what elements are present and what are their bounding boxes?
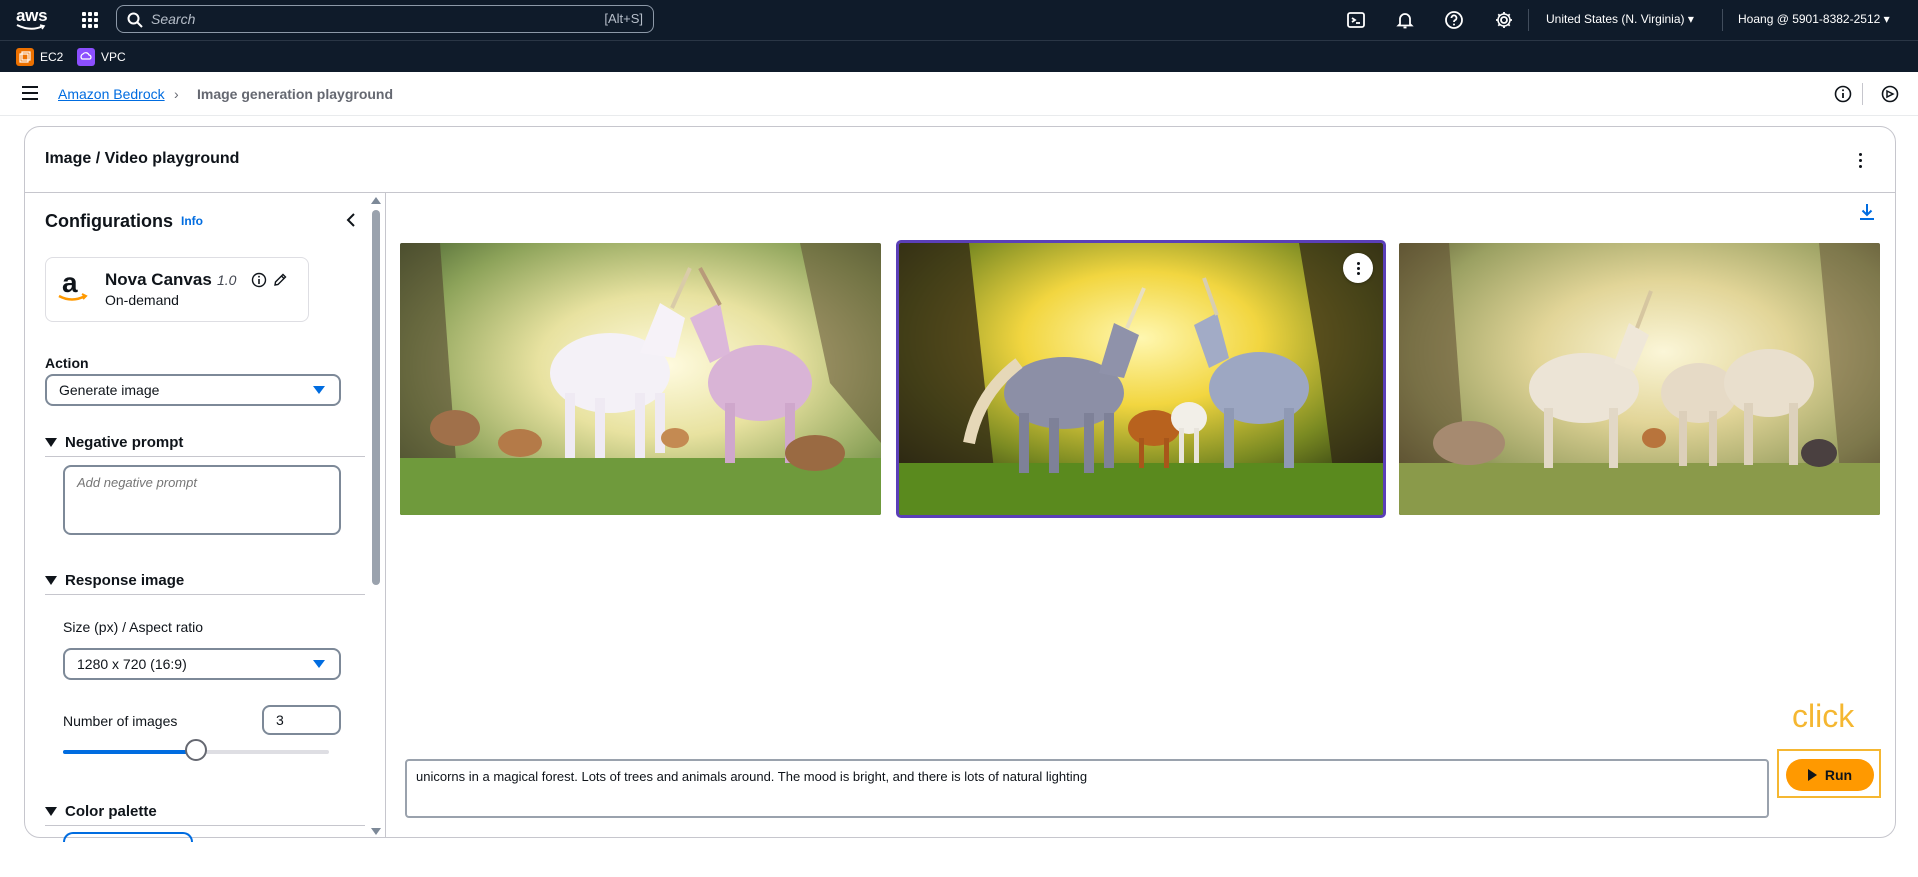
header-divider xyxy=(25,192,1895,193)
section-divider xyxy=(45,594,365,595)
run-button-label: Run xyxy=(1824,767,1853,783)
favorite-vpc[interactable]: VPC xyxy=(77,48,126,66)
negative-prompt-section-toggle[interactable]: Negative prompt xyxy=(45,434,183,451)
action-label: Action xyxy=(45,355,89,371)
side-navigation-menu-icon[interactable] xyxy=(22,86,40,100)
edit-model-pencil-icon[interactable] xyxy=(272,272,288,288)
negative-prompt-input[interactable] xyxy=(63,465,341,535)
svg-text:a: a xyxy=(62,268,78,298)
caret-down-icon xyxy=(45,438,57,447)
model-info-icon[interactable] xyxy=(251,272,267,288)
color-palette-option[interactable] xyxy=(63,832,193,842)
size-select-value: 1280 x 720 (16:9) xyxy=(77,656,187,672)
configurations-heading: Configurations xyxy=(45,211,173,231)
response-image-section-toggle[interactable]: Response image xyxy=(45,572,184,589)
favorite-label: EC2 xyxy=(40,50,64,64)
aws-logo[interactable]: aws xyxy=(16,7,50,33)
scroll-down-arrow-icon[interactable] xyxy=(371,828,381,835)
aws-logo-text: aws xyxy=(16,6,48,25)
generated-image-1[interactable] xyxy=(400,243,881,515)
search-box[interactable]: [Alt+S] xyxy=(116,5,654,33)
color-palette-heading: Color palette xyxy=(65,803,157,820)
account-menu[interactable]: Hoang @ 5901-8382-2512 ▾ xyxy=(1738,12,1890,26)
unicorn-forest-image-icon xyxy=(400,243,881,515)
bedrock-assistant-icon[interactable] xyxy=(1880,84,1900,104)
services-grid-icon[interactable] xyxy=(80,10,100,30)
dropdown-caret-icon xyxy=(313,660,325,668)
favorite-label: VPC xyxy=(101,50,126,64)
favorite-ec2[interactable]: EC2 xyxy=(16,48,63,66)
download-icon[interactable] xyxy=(1858,202,1876,222)
help-icon[interactable] xyxy=(1444,10,1464,30)
generated-image-3[interactable] xyxy=(1399,243,1880,515)
caret-down-icon xyxy=(45,576,57,585)
configurations-info-link[interactable]: Info xyxy=(181,214,203,228)
model-name: Nova Canvas xyxy=(105,270,212,289)
action-select[interactable]: Generate image xyxy=(45,374,341,406)
search-shortcut-hint: [Alt+S] xyxy=(604,11,643,26)
config-panel-scrollbar[interactable] xyxy=(372,210,380,585)
negative-prompt-heading: Negative prompt xyxy=(65,434,184,451)
amazon-logo-icon: a xyxy=(58,268,88,301)
nav-divider xyxy=(1722,9,1723,31)
vpc-service-icon xyxy=(77,48,95,66)
slider-handle[interactable] xyxy=(185,739,207,761)
model-throughput-mode: On-demand xyxy=(105,292,179,308)
dropdown-caret-icon xyxy=(313,386,325,394)
page-title: Image / Video playground xyxy=(45,150,240,167)
settings-gear-icon[interactable] xyxy=(1494,10,1514,30)
scroll-up-arrow-icon[interactable] xyxy=(371,197,381,204)
size-aspect-ratio-select[interactable]: 1280 x 720 (16:9) xyxy=(63,648,341,680)
run-button[interactable]: Run xyxy=(1786,759,1874,791)
favorites-bar: EC2 VPC xyxy=(0,40,1918,72)
search-input[interactable] xyxy=(151,9,551,29)
info-panel-icon[interactable] xyxy=(1833,84,1853,104)
collapse-panel-chevron-left-icon[interactable] xyxy=(344,211,358,229)
breadcrumb-current-page: Image generation playground xyxy=(197,86,394,102)
click-annotation-label: click xyxy=(1792,698,1855,734)
section-divider xyxy=(45,456,365,457)
image-options-menu-icon[interactable] xyxy=(1343,253,1373,283)
action-select-value: Generate image xyxy=(59,382,160,398)
panel-divider xyxy=(385,193,386,837)
breadcrumb-amazon-bedrock-link[interactable]: Amazon Bedrock xyxy=(58,86,165,102)
top-navigation-bar: aws [Alt+S] United States (N. Virginia) … xyxy=(0,0,1918,40)
model-version: 1.0 xyxy=(217,272,237,288)
prompt-input[interactable] xyxy=(405,759,1769,818)
number-of-images-input[interactable] xyxy=(262,705,341,735)
search-icon xyxy=(127,12,143,28)
ec2-service-icon xyxy=(16,48,34,66)
size-aspect-ratio-label: Size (px) / Aspect ratio xyxy=(63,619,204,635)
cloudshell-icon[interactable] xyxy=(1346,10,1366,30)
caret-down-icon xyxy=(45,807,57,816)
playground-options-icon[interactable] xyxy=(1852,151,1868,169)
region-selector[interactable]: United States (N. Virginia) ▾ xyxy=(1546,12,1694,26)
response-image-heading: Response image xyxy=(65,572,185,589)
number-of-images-label: Number of images xyxy=(63,713,178,729)
notifications-bell-icon[interactable] xyxy=(1395,10,1415,30)
toolbar-divider xyxy=(1862,83,1863,105)
aws-smile-icon xyxy=(16,24,46,30)
play-icon xyxy=(1807,769,1817,781)
section-divider xyxy=(45,825,365,826)
unicorn-forest-image-icon xyxy=(899,243,1383,515)
slider-fill xyxy=(63,750,196,754)
generated-image-2[interactable] xyxy=(896,240,1386,518)
nav-divider xyxy=(1528,9,1529,31)
breadcrumb-separator-icon: › xyxy=(174,86,179,102)
unicorn-forest-image-icon xyxy=(1399,243,1880,515)
color-palette-section-toggle[interactable]: Color palette xyxy=(45,803,157,820)
